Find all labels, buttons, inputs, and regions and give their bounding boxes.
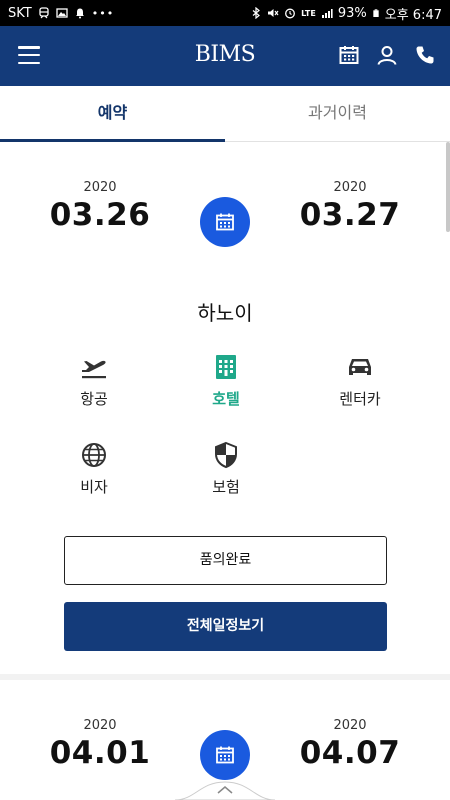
end-day: 03.27 bbox=[299, 197, 401, 233]
scrollbar[interactable] bbox=[446, 142, 450, 232]
signal-icon bbox=[321, 9, 333, 18]
train-icon bbox=[39, 7, 49, 19]
service-hotel[interactable]: 호텔 bbox=[176, 352, 276, 409]
chevron-up-icon[interactable] bbox=[175, 776, 275, 800]
alarm-icon bbox=[285, 8, 296, 19]
destination-city: 하노이 bbox=[197, 301, 253, 325]
battery-percent: 93% bbox=[337, 5, 367, 21]
trip-date-row: 2020 03.26 2020 03.27 bbox=[0, 180, 450, 270]
service-rentcar[interactable]: 렌터카 bbox=[310, 352, 410, 409]
tab-bar: 예약 과거이력 bbox=[0, 86, 450, 142]
service-insurance[interactable]: 보험 bbox=[176, 440, 276, 497]
mute-icon bbox=[268, 9, 279, 17]
tab-history[interactable]: 과거이력 bbox=[225, 86, 450, 141]
end-date: 2020 04.07 bbox=[290, 718, 410, 771]
more-notifications-indicator: ••• bbox=[91, 6, 115, 20]
end-day: 04.07 bbox=[299, 735, 401, 771]
service-label: 렌터카 bbox=[339, 390, 381, 408]
service-label: 보험 bbox=[212, 478, 240, 496]
service-label: 호텔 bbox=[212, 390, 240, 408]
start-year: 2020 bbox=[83, 180, 117, 195]
start-date: 2020 04.01 bbox=[40, 718, 160, 771]
image-icon bbox=[56, 8, 68, 18]
trip-card: 2020 03.26 2020 03.27 하노이 항공 호텔 렌터카 비자 보… bbox=[0, 142, 450, 674]
user-icon[interactable] bbox=[376, 44, 398, 66]
airplane-icon bbox=[82, 360, 106, 379]
bluetooth-icon bbox=[252, 7, 261, 19]
phone-icon[interactable] bbox=[414, 44, 436, 66]
tab-reservation[interactable]: 예약 bbox=[0, 86, 225, 142]
menu-icon[interactable] bbox=[18, 46, 40, 64]
shield-icon bbox=[215, 441, 237, 469]
clock-time: 오후 6:47 bbox=[384, 7, 442, 23]
service-visa[interactable]: 비자 bbox=[44, 440, 144, 497]
service-flight[interactable]: 항공 bbox=[44, 352, 144, 409]
trip-calendar-button[interactable] bbox=[200, 730, 250, 780]
calendar-icon bbox=[216, 213, 234, 231]
service-label: 비자 bbox=[80, 478, 108, 496]
start-date: 2020 03.26 bbox=[40, 180, 160, 233]
bell-icon bbox=[75, 8, 84, 19]
calendar-icon bbox=[216, 746, 234, 764]
network-type-label: LTE bbox=[301, 8, 316, 18]
start-day: 03.26 bbox=[49, 197, 151, 233]
approval-complete-button[interactable]: 품의완료 bbox=[64, 536, 387, 585]
view-full-schedule-button[interactable]: 전체일정보기 bbox=[64, 602, 387, 651]
end-date: 2020 03.27 bbox=[290, 180, 410, 233]
end-year: 2020 bbox=[333, 180, 367, 195]
car-icon bbox=[349, 359, 371, 375]
battery-icon bbox=[373, 9, 379, 17]
calendar-icon[interactable] bbox=[338, 44, 360, 66]
carrier-label: SKT bbox=[8, 5, 32, 21]
start-day: 04.01 bbox=[49, 735, 151, 771]
service-label: 항공 bbox=[80, 390, 108, 408]
globe-icon bbox=[82, 443, 106, 467]
start-year: 2020 bbox=[83, 718, 117, 733]
app-header: BIMS bbox=[0, 26, 450, 86]
status-bar: SKT ••• LTE 93% 오후 6:47 bbox=[0, 0, 450, 26]
end-year: 2020 bbox=[333, 718, 367, 733]
trip-calendar-button[interactable] bbox=[200, 197, 250, 247]
hotel-icon bbox=[216, 355, 236, 379]
